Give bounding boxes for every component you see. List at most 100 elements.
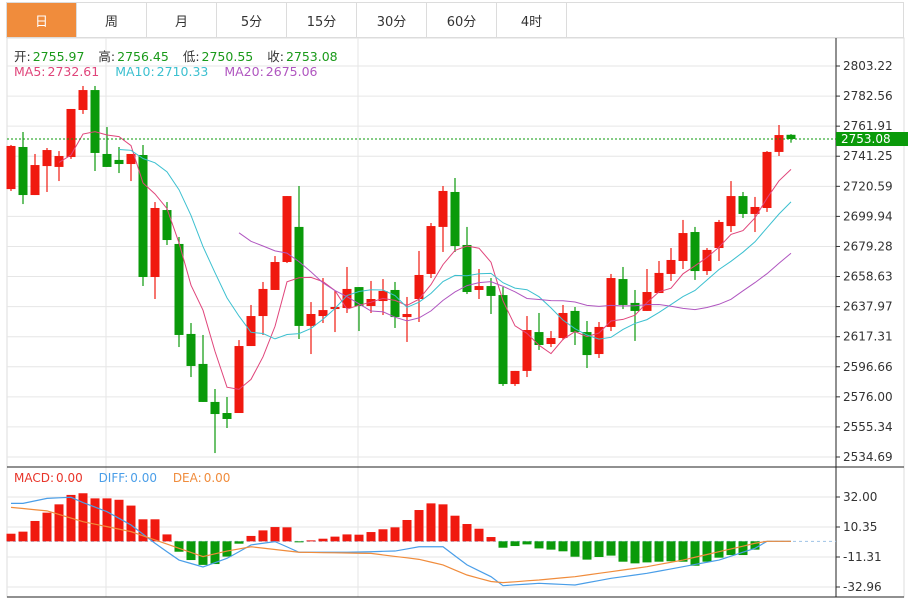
candle (102, 127, 112, 167)
ma10-label: MA10: (115, 64, 155, 79)
candle (114, 146, 124, 174)
macd-bar (6, 533, 16, 542)
candle (678, 219, 688, 270)
candle-body (474, 286, 484, 290)
price-tick-label: 2596.66 (843, 360, 893, 374)
price-tick-label: 2679.28 (843, 239, 893, 253)
candle-body (594, 326, 604, 355)
candle (222, 396, 232, 429)
candle (534, 312, 544, 350)
candle-body (234, 346, 244, 414)
candle (198, 334, 208, 402)
macd-bar (234, 541, 244, 544)
candle-body (354, 287, 364, 306)
candle (186, 323, 196, 378)
macd-bar (270, 527, 280, 542)
candle-body (510, 370, 520, 385)
low-value: 2750.55 (201, 49, 254, 64)
macd-bar (138, 519, 148, 542)
candle (714, 219, 724, 261)
candle-body (174, 243, 184, 335)
high-value: 2756.45 (117, 49, 169, 64)
macd-tick-label: 32.00 (843, 490, 877, 504)
candle-body (270, 262, 280, 290)
candle (18, 131, 28, 205)
candle (522, 316, 532, 378)
macd-bar (102, 498, 112, 542)
open-label: 开: (14, 49, 31, 64)
candle-body (534, 332, 544, 346)
candle (258, 281, 268, 335)
candle (654, 260, 664, 294)
macd-tick-label: -11.31 (843, 550, 882, 564)
candle-body (198, 363, 208, 402)
macd-bar (582, 541, 592, 560)
candle-body (438, 190, 448, 227)
macd-bar (570, 541, 580, 557)
candle-body (318, 310, 328, 317)
candle (54, 151, 64, 182)
macd-bar (654, 541, 664, 562)
candle (366, 280, 376, 313)
low-label: 低: (182, 49, 200, 64)
diff-label: DIFF: (98, 471, 129, 485)
macd-bar (294, 541, 304, 543)
price-tick-label: 2555.34 (843, 420, 893, 434)
close-label: 收: (267, 49, 284, 64)
macd-bar (18, 531, 28, 542)
candle-body (606, 278, 616, 327)
candle (426, 222, 436, 279)
candle-body (774, 135, 784, 152)
macd-bar (630, 541, 640, 564)
macd-label: MACD: (14, 471, 55, 485)
candle-body (738, 196, 748, 214)
candle-body (150, 207, 160, 278)
ma20-value: 2675.06 (265, 64, 318, 79)
candle (738, 191, 748, 219)
macd-bar (414, 510, 424, 542)
candle-body (306, 313, 316, 326)
macd-bar (54, 504, 64, 542)
candle (606, 273, 616, 332)
macd-bar (498, 541, 508, 548)
macd-bar (330, 536, 340, 542)
macd-bar (162, 534, 172, 542)
macd-bar (342, 534, 352, 542)
macd-bar (354, 534, 364, 542)
macd-bar (690, 541, 700, 566)
macd-bar (402, 519, 412, 542)
ma-info: MA5: 2732.61 MA10: 2710.33 MA20: 2675.06 (14, 64, 320, 79)
candle-body (654, 272, 664, 294)
candle (270, 256, 280, 290)
macd-bar (30, 520, 40, 542)
open-value: 2755.97 (32, 49, 85, 64)
candle-body (546, 338, 556, 344)
macd-bar (594, 541, 604, 557)
macd-bar (186, 541, 196, 561)
candle (774, 125, 784, 157)
candle-body (786, 134, 796, 140)
macd-bar (366, 532, 376, 542)
macd-bar (618, 541, 628, 562)
macd-bar (282, 527, 292, 542)
macd-bar (522, 541, 532, 545)
price-tick-label: 2699.94 (843, 209, 893, 223)
macd-value: 0.00 (56, 471, 83, 485)
candle (462, 226, 472, 295)
candle (294, 186, 304, 340)
candle (246, 304, 256, 347)
ma10-value: 2710.33 (156, 64, 209, 79)
macd-tick-label: -32.96 (843, 580, 882, 594)
price-tick-label: 2658.63 (843, 270, 893, 284)
candle (750, 196, 760, 233)
macd-tick-label: 10.35 (843, 520, 877, 534)
candle (546, 331, 556, 348)
candle-body (618, 279, 628, 305)
macd-bar (150, 519, 160, 542)
macd-bar (510, 541, 520, 547)
kline-chart[interactable]: 2803.222782.562761.912741.252720.592699.… (0, 0, 911, 599)
candle (390, 281, 400, 328)
chart-frame (6, 37, 905, 598)
candle (378, 279, 388, 316)
candle-body (486, 286, 496, 296)
